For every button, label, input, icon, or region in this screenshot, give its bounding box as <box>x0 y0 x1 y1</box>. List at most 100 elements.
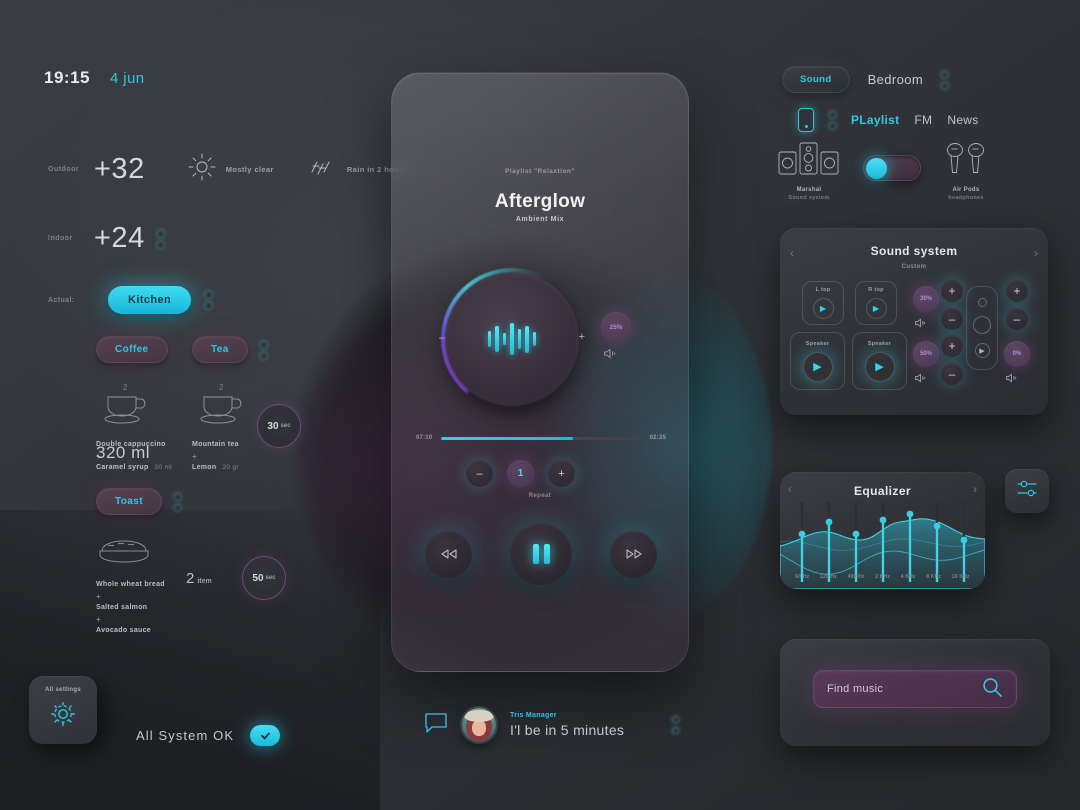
mode-pill-sound[interactable]: Sound <box>782 66 850 93</box>
coffee-volume: 320 ml <box>96 443 151 462</box>
sandwich-icon <box>96 533 181 572</box>
device-toggle[interactable] <box>863 155 921 181</box>
speaker-mute-icon[interactable] <box>1005 373 1018 385</box>
channel-card-speaker-2[interactable]: Speaker ▶ <box>852 332 907 390</box>
message-options-handle[interactable] <box>672 716 680 734</box>
level-increase-3[interactable]: + <box>1006 280 1028 302</box>
indoor-label: Indoor <box>48 235 73 242</box>
rewind-icon[interactable] <box>425 530 472 578</box>
coffee-pill[interactable]: Coffee <box>96 336 168 363</box>
sound-panel-title: Sound system <box>870 244 958 258</box>
playback-progress[interactable]: 07:10 02:35 <box>416 435 666 441</box>
device-toggle-knob <box>866 157 887 179</box>
search-input[interactable]: Find music <box>813 670 1017 708</box>
device-airpods[interactable]: Air Pods headphones <box>944 142 988 201</box>
level-badge-3[interactable]: 0% <box>1004 341 1030 367</box>
toast-count-unit: item <box>197 578 212 585</box>
speaker-mute-icon[interactable] <box>914 373 927 385</box>
channel-cap-speaker-2: Speaker <box>867 340 892 347</box>
sound-panel-subtitle: Custom <box>901 264 927 270</box>
chevron-left-icon[interactable]: ‹ <box>790 246 794 260</box>
pause-icon[interactable] <box>510 523 572 585</box>
rain-icon <box>308 154 338 185</box>
level-badge-1[interactable]: 30% <box>913 286 939 312</box>
level-increase-1[interactable]: + <box>941 280 963 302</box>
play-icon[interactable]: ▶ <box>974 343 990 359</box>
fast-forward-icon[interactable] <box>610 530 657 578</box>
eq-tick-4: 4 KHz <box>900 574 916 580</box>
system-status-text: All System OK <box>136 728 235 743</box>
play-icon[interactable]: ▶ <box>802 351 833 382</box>
progress-bar[interactable] <box>441 436 641 440</box>
repeat-increase[interactable]: + <box>548 460 575 487</box>
sky-condition: Mostly clear <box>187 152 274 187</box>
tea-options-handle[interactable] <box>259 340 267 359</box>
level-decrease-2[interactable]: – <box>941 363 963 385</box>
chevron-right-icon[interactable]: › <box>1034 246 1038 260</box>
channel-card-r-top[interactable]: R top ▶ <box>855 281 897 325</box>
level-increase-2[interactable]: + <box>941 335 963 357</box>
mode-nav: Sound Bedroom <box>782 66 949 93</box>
avatar[interactable] <box>462 708 496 742</box>
message-bar[interactable]: Tris Manager I'l be in 5 minutes <box>424 708 680 742</box>
level-badge-2[interactable]: 50% <box>913 341 939 367</box>
speaker-mute-icon[interactable] <box>914 318 927 330</box>
repeat-label: Repeat <box>528 493 552 499</box>
volume-decrease[interactable]: – <box>439 332 445 344</box>
speaker-stack-icon <box>778 142 840 180</box>
eq-tick-6: 16 KHz <box>951 574 970 580</box>
room-name[interactable]: Bedroom <box>868 72 924 87</box>
tab-news[interactable]: News <box>947 113 978 127</box>
sun-icon <box>187 152 217 187</box>
channel-card-l-top[interactable]: L top ▶ <box>802 281 844 325</box>
gear-icon <box>48 699 78 734</box>
tea-plus: + <box>192 451 197 461</box>
clock: 19:15 4 jun <box>44 68 145 88</box>
coffee-cup-icon: 2 <box>96 381 172 432</box>
tea-recipe: Mountain tea + Lemon 20 gr <box>192 440 267 474</box>
volume-increase[interactable]: + <box>579 331 585 343</box>
all-settings-button[interactable]: All settings <box>29 676 97 744</box>
room-options-handle[interactable] <box>205 291 213 309</box>
indoor-options-handle[interactable] <box>156 229 164 248</box>
device-marshal[interactable]: Marshal Sound system <box>778 142 840 201</box>
volume-knob[interactable]: – + <box>439 268 585 410</box>
dashboard-root: 19:15 4 jun Outdoor +32 Mostly clear Rai… <box>0 0 1080 810</box>
repeat-count[interactable]: 1 <box>507 460 534 487</box>
tabs-options-handle[interactable] <box>829 111 836 129</box>
level-decrease-3[interactable]: – <box>1006 308 1028 330</box>
room-nav-options-handle[interactable] <box>941 70 949 89</box>
chat-bubble-icon[interactable] <box>424 712 448 739</box>
toast-pill[interactable]: Toast <box>96 488 162 515</box>
channel-card-speaker-1[interactable]: Speaker ▶ <box>790 332 845 390</box>
toast-timer[interactable]: 50 sec <box>242 556 286 600</box>
volume-percent-badge[interactable]: 25% <box>601 312 631 342</box>
tea-pill[interactable]: Tea <box>192 336 248 363</box>
equalizer-fader-button[interactable] <box>1005 469 1049 513</box>
repeat-control: – 1 + <box>466 460 575 487</box>
play-icon[interactable]: ▶ <box>865 298 887 319</box>
toast-plus-2: + <box>96 615 101 625</box>
phone-icon[interactable] <box>798 108 814 132</box>
coffee-line-2: Caramel syrup 30 ml <box>96 463 172 474</box>
level-decrease-1[interactable]: – <box>941 308 963 330</box>
progress-bar-fill <box>441 436 573 440</box>
play-icon[interactable]: ▶ <box>812 298 834 319</box>
room-pill-kitchen[interactable]: Kitchen <box>108 286 192 314</box>
recipe-card-tea: Tea 2 Mountain tea + Lemon 20 gr <box>192 336 267 474</box>
tab-fm[interactable]: FM <box>914 113 932 127</box>
tea-cup-icon: 2 <box>192 381 267 432</box>
search-icon[interactable] <box>981 676 1003 703</box>
play-icon[interactable]: ▶ <box>864 351 895 382</box>
toast-options-handle[interactable] <box>173 492 181 511</box>
stack-control[interactable]: ▶ <box>966 286 998 370</box>
speaker-mute-icon[interactable] <box>603 348 617 361</box>
tab-playlist[interactable]: PLaylist <box>851 113 899 127</box>
system-ok-toggle[interactable] <box>250 725 281 746</box>
sound-system-panel: ‹ › Sound system Custom L top ▶ R top ▶ … <box>780 228 1048 415</box>
tea-timer-value: 30 <box>267 420 279 432</box>
outdoor-weather: Outdoor +32 Mostly clear Rain in 2 hours <box>48 152 407 187</box>
repeat-decrease[interactable]: – <box>466 460 493 487</box>
message-sender: Tris Manager <box>510 712 557 719</box>
tea-timer[interactable]: 30 sec <box>257 404 301 448</box>
